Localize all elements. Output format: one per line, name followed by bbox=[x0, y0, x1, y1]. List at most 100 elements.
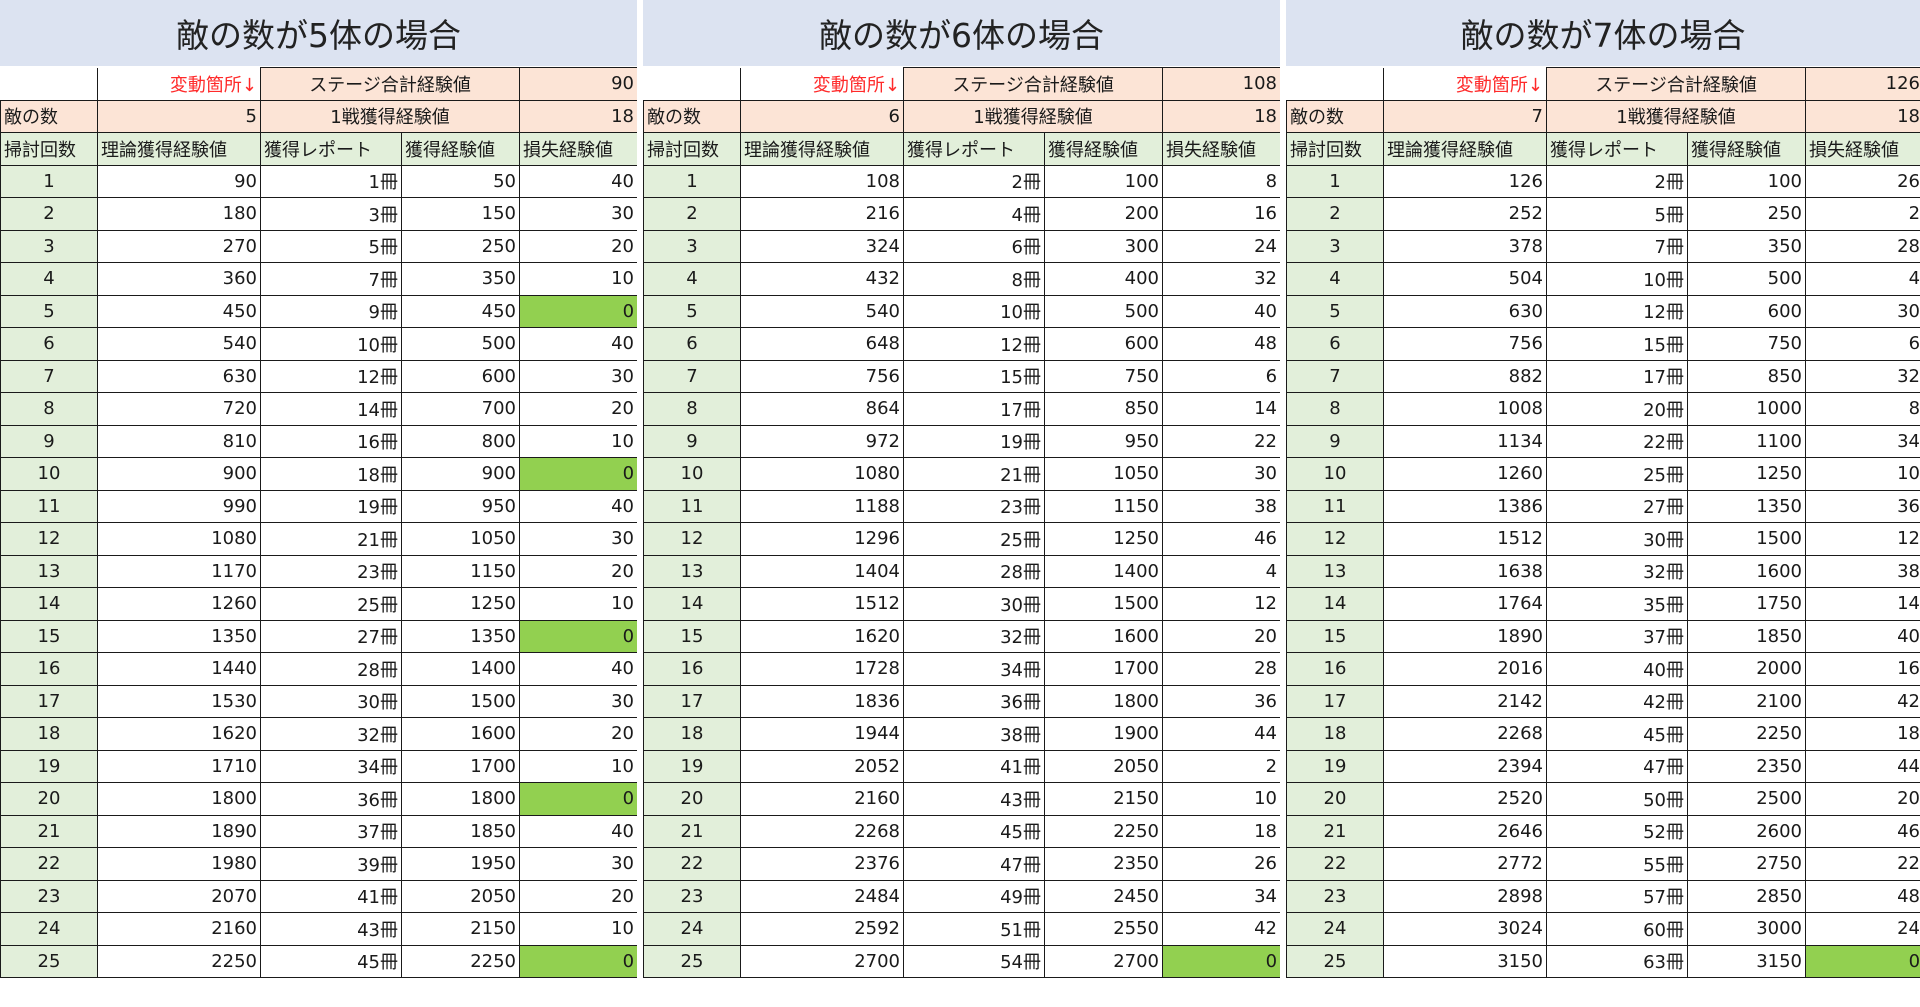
lost-exp-cell[interactable]: 30 bbox=[519, 522, 637, 556]
sweeps-cell[interactable]: 14 bbox=[643, 587, 741, 621]
theory-exp-cell[interactable]: 882 bbox=[1383, 359, 1547, 393]
theory-exp-cell[interactable]: 1944 bbox=[740, 717, 904, 751]
lost-exp-cell[interactable]: 44 bbox=[1805, 749, 1920, 783]
gained-exp-cell[interactable]: 2350 bbox=[1686, 749, 1807, 783]
gained-exp-cell[interactable]: 3150 bbox=[1686, 944, 1807, 978]
gained-exp-cell[interactable]: 2550 bbox=[1043, 912, 1164, 946]
lost-exp-cell[interactable]: 30 bbox=[1805, 294, 1920, 328]
sweeps-cell[interactable]: 25 bbox=[0, 944, 98, 978]
lost-exp-cell[interactable]: 44 bbox=[1162, 717, 1280, 751]
lost-exp-cell[interactable]: 6 bbox=[1805, 327, 1920, 361]
gained-exp-cell[interactable]: 2750 bbox=[1686, 847, 1807, 881]
sweeps-cell[interactable]: 23 bbox=[643, 879, 741, 913]
reports-cell[interactable]: 55冊 bbox=[1546, 847, 1688, 881]
gained-exp-cell[interactable]: 450 bbox=[400, 294, 521, 328]
sweeps-cell[interactable]: 12 bbox=[1286, 522, 1384, 556]
lost-exp-cell[interactable]: 32 bbox=[1805, 359, 1920, 393]
reports-cell[interactable]: 52冊 bbox=[1546, 814, 1688, 848]
lost-exp-cell[interactable]: 6 bbox=[1162, 359, 1280, 393]
theory-exp-cell[interactable]: 1800 bbox=[97, 782, 261, 816]
gained-exp-cell[interactable]: 2150 bbox=[1043, 782, 1164, 816]
gained-exp-cell[interactable]: 1400 bbox=[1043, 554, 1164, 588]
reports-cell[interactable]: 41冊 bbox=[903, 749, 1045, 783]
lost-exp-cell[interactable]: 20 bbox=[519, 717, 637, 751]
reports-cell[interactable]: 16冊 bbox=[260, 424, 402, 458]
gained-exp-cell[interactable]: 1600 bbox=[400, 717, 521, 751]
sweeps-cell[interactable]: 19 bbox=[0, 749, 98, 783]
reports-cell[interactable]: 63冊 bbox=[1546, 944, 1688, 978]
gained-exp-cell[interactable]: 1000 bbox=[1686, 392, 1807, 426]
reports-cell[interactable]: 43冊 bbox=[903, 782, 1045, 816]
lost-exp-cell[interactable]: 12 bbox=[1805, 522, 1920, 556]
sweeps-cell[interactable]: 10 bbox=[0, 457, 98, 491]
theory-exp-cell[interactable]: 1350 bbox=[97, 619, 261, 653]
reports-cell[interactable]: 30冊 bbox=[1546, 522, 1688, 556]
gained-exp-cell[interactable]: 2250 bbox=[400, 944, 521, 978]
lost-exp-cell[interactable]: 0 bbox=[1162, 944, 1280, 978]
theory-exp-cell[interactable]: 3024 bbox=[1383, 912, 1547, 946]
per-battle-value[interactable]: 18 bbox=[519, 99, 637, 133]
theory-exp-cell[interactable]: 2646 bbox=[1383, 814, 1547, 848]
reports-cell[interactable]: 10冊 bbox=[903, 294, 1045, 328]
lost-exp-cell[interactable]: 34 bbox=[1805, 424, 1920, 458]
reports-cell[interactable]: 30冊 bbox=[260, 684, 402, 718]
sweeps-cell[interactable]: 2 bbox=[643, 197, 741, 231]
sweeps-cell[interactable]: 11 bbox=[1286, 489, 1384, 523]
reports-cell[interactable]: 25冊 bbox=[1546, 457, 1688, 491]
lost-exp-cell[interactable]: 48 bbox=[1162, 327, 1280, 361]
sweeps-cell[interactable]: 2 bbox=[1286, 197, 1384, 231]
reports-cell[interactable]: 32冊 bbox=[260, 717, 402, 751]
lost-exp-cell[interactable]: 22 bbox=[1162, 424, 1280, 458]
lost-exp-cell[interactable]: 20 bbox=[519, 392, 637, 426]
sweeps-cell[interactable]: 6 bbox=[0, 327, 98, 361]
gained-exp-cell[interactable]: 500 bbox=[1686, 262, 1807, 296]
sweeps-cell[interactable]: 7 bbox=[1286, 359, 1384, 393]
reports-cell[interactable]: 28冊 bbox=[260, 652, 402, 686]
reports-cell[interactable]: 19冊 bbox=[903, 424, 1045, 458]
sweeps-cell[interactable]: 5 bbox=[643, 294, 741, 328]
theory-exp-cell[interactable]: 990 bbox=[97, 489, 261, 523]
theory-exp-cell[interactable]: 1890 bbox=[1383, 619, 1547, 653]
reports-cell[interactable]: 17冊 bbox=[903, 392, 1045, 426]
gained-exp-cell[interactable]: 1850 bbox=[400, 814, 521, 848]
reports-cell[interactable]: 10冊 bbox=[1546, 262, 1688, 296]
gained-exp-cell[interactable]: 1250 bbox=[1686, 457, 1807, 491]
sweeps-cell[interactable]: 19 bbox=[643, 749, 741, 783]
theory-exp-cell[interactable]: 1134 bbox=[1383, 424, 1547, 458]
reports-cell[interactable]: 12冊 bbox=[260, 359, 402, 393]
gained-exp-cell[interactable]: 100 bbox=[1043, 164, 1164, 198]
gained-exp-cell[interactable]: 2850 bbox=[1686, 879, 1807, 913]
reports-cell[interactable]: 36冊 bbox=[903, 684, 1045, 718]
gained-exp-cell[interactable]: 2250 bbox=[1686, 717, 1807, 751]
theory-exp-cell[interactable]: 108 bbox=[740, 164, 904, 198]
reports-cell[interactable]: 25冊 bbox=[260, 587, 402, 621]
lost-exp-cell[interactable]: 30 bbox=[1162, 457, 1280, 491]
lost-exp-cell[interactable]: 42 bbox=[1162, 912, 1280, 946]
lost-exp-cell[interactable]: 10 bbox=[1805, 457, 1920, 491]
lost-exp-cell[interactable]: 38 bbox=[1162, 489, 1280, 523]
sweeps-cell[interactable]: 3 bbox=[1286, 229, 1384, 263]
lost-exp-cell[interactable]: 34 bbox=[1162, 879, 1280, 913]
per-battle-value[interactable]: 18 bbox=[1162, 99, 1280, 133]
reports-cell[interactable]: 5冊 bbox=[260, 229, 402, 263]
sweeps-cell[interactable]: 1 bbox=[643, 164, 741, 198]
reports-cell[interactable]: 45冊 bbox=[1546, 717, 1688, 751]
sweeps-cell[interactable]: 14 bbox=[0, 587, 98, 621]
theory-exp-cell[interactable]: 2142 bbox=[1383, 684, 1547, 718]
sweeps-cell[interactable]: 21 bbox=[1286, 814, 1384, 848]
gained-exp-cell[interactable]: 850 bbox=[1686, 359, 1807, 393]
gained-exp-cell[interactable]: 1500 bbox=[400, 684, 521, 718]
lost-exp-cell[interactable]: 10 bbox=[519, 912, 637, 946]
lost-exp-cell[interactable]: 8 bbox=[1162, 164, 1280, 198]
lost-exp-cell[interactable]: 46 bbox=[1805, 814, 1920, 848]
theory-exp-cell[interactable]: 2016 bbox=[1383, 652, 1547, 686]
reports-cell[interactable]: 15冊 bbox=[1546, 327, 1688, 361]
reports-cell[interactable]: 15冊 bbox=[903, 359, 1045, 393]
sweeps-cell[interactable]: 23 bbox=[1286, 879, 1384, 913]
reports-cell[interactable]: 27冊 bbox=[1546, 489, 1688, 523]
gained-exp-cell[interactable]: 1350 bbox=[400, 619, 521, 653]
lost-exp-cell[interactable]: 32 bbox=[1162, 262, 1280, 296]
gained-exp-cell[interactable]: 1500 bbox=[1686, 522, 1807, 556]
reports-cell[interactable]: 12冊 bbox=[903, 327, 1045, 361]
lost-exp-cell[interactable]: 38 bbox=[1805, 554, 1920, 588]
